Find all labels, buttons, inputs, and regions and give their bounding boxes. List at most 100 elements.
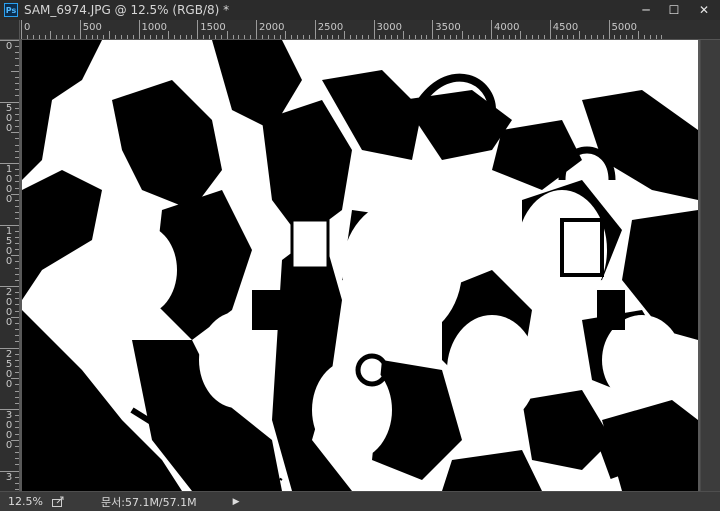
ruler-minor-tick [15,236,19,238]
ruler-minor-tick [473,35,475,39]
ruler-minor-tick [179,35,181,39]
ruler-minor-tick [15,249,19,251]
ruler-minor-tick [15,322,19,324]
vertical-scrollbar[interactable] [700,40,720,491]
ruler-minor-tick [355,35,357,39]
ruler-minor-tick [15,52,19,54]
ruler-minor-tick [15,206,19,208]
ruler-minor-tick [285,31,287,39]
document-image[interactable] [22,40,698,491]
ruler-minor-tick [91,35,93,39]
horizontal-ruler[interactable]: 0 500 1000 1500 2000 2500 3000 3500 4000 4500 5000 [20,20,720,40]
ruler-minor-tick [209,35,210,39]
ruler-minor-tick [15,218,19,220]
ruler-minor-tick [150,35,152,39]
ruler-minor-tick [596,35,598,39]
ruler-minor-tick [15,341,19,343]
ruler-minor-tick [326,35,328,39]
ruler-minor-tick [479,35,481,39]
ruler-major-tick [256,20,257,39]
vertical-ruler-label: 1500 [5,225,13,267]
ruler-minor-tick [15,58,19,60]
ruler-major-tick [491,20,492,39]
ruler-minor-tick [408,35,410,39]
ruler-minor-tick [655,35,657,39]
ruler-minor-tick [15,310,19,312]
ruler-origin-corner[interactable] [0,20,20,40]
horizontal-ruler-label: 1000 [141,22,167,33]
zoom-level[interactable]: 12.5% [8,495,46,508]
ruler-minor-tick [11,255,19,257]
horizontal-ruler-label: 4500 [552,22,579,33]
ruler-minor-tick [461,31,463,39]
ruler-minor-tick [15,433,19,435]
ruler-minor-tick [15,199,19,201]
ruler-minor-tick [602,35,604,39]
ruler-minor-tick [279,35,281,39]
ruler-minor-tick [261,35,263,39]
ruler-minor-tick [15,372,19,374]
ruler-major-tick [21,20,22,39]
ruler-minor-tick [50,31,52,39]
ruler-minor-tick [455,35,457,39]
vertical-ruler-label: 1000 [5,164,13,205]
ruler-minor-tick [11,316,19,318]
vertical-ruler-label: 0 [5,41,13,52]
horizontal-ruler-label: 2000 [259,22,285,33]
ruler-minor-tick [637,31,639,39]
ruler-minor-tick [15,390,19,392]
ruler-minor-tick [109,31,111,39]
maximize-button[interactable]: ☐ [660,0,688,20]
ruler-minor-tick [632,35,633,39]
ruler-minor-tick [15,267,19,269]
ruler-minor-tick [15,150,19,152]
ruler-minor-tick [11,132,19,134]
status-bar: 12.5% 문서:57.1M/57.1M ▶ [0,491,720,511]
minimize-button[interactable]: ─ [632,0,660,20]
ruler-minor-tick [15,402,19,404]
ruler-minor-tick [15,482,19,484]
ruler-minor-tick [15,415,19,417]
ruler-minor-tick [15,83,19,85]
ruler-minor-tick [167,31,169,39]
ruler-minor-tick [573,35,575,39]
ruler-minor-tick [620,35,622,39]
ruler-minor-tick [191,35,193,39]
document-canvas-area[interactable] [20,40,700,491]
ruler-minor-tick [15,181,19,183]
ruler-minor-tick [15,359,19,361]
close-button[interactable]: ✕ [688,0,720,20]
ruler-minor-tick [85,35,87,39]
ruler-minor-tick [555,35,557,39]
ruler-minor-tick [97,35,99,39]
ruler-minor-tick [590,35,592,39]
ruler-minor-tick [15,384,19,386]
ruler-minor-tick [203,35,205,39]
ruler-major-tick [138,20,140,39]
ruler-minor-tick [132,35,134,39]
ruler-minor-tick [15,138,19,140]
photoshop-logo-icon: Ps [4,3,18,17]
document-title-bar[interactable]: Ps SAM_6974.JPG @ 12.5% (RGB/8) * ─ ☐ ✕ [0,0,720,20]
ruler-minor-tick [502,35,504,39]
ruler-minor-tick [214,35,216,39]
ruler-minor-tick [232,35,234,39]
ruler-minor-tick [344,31,346,39]
ruler-minor-tick [526,35,528,39]
ruler-minor-tick [420,35,422,39]
ruler-minor-tick [444,35,445,39]
ruler-minor-tick [15,64,19,66]
vertical-ruler[interactable]: 0 500 1000 1500 2000 2500 3000 3 [0,40,20,491]
ruler-minor-tick [273,35,275,39]
status-menu-arrow-icon[interactable]: ▶ [233,497,240,507]
export-icon[interactable] [52,496,65,507]
ruler-minor-tick [15,365,19,367]
ruler-minor-tick [385,35,387,39]
ruler-minor-tick [15,156,19,158]
ruler-minor-tick [350,35,351,39]
document-tab-title[interactable]: SAM_6974.JPG @ 12.5% (RGB/8) * [24,3,632,17]
vertical-ruler-label: 2500 [5,348,13,390]
ruler-minor-tick [56,35,58,39]
ruler-minor-tick [15,89,19,91]
ruler-minor-tick [26,35,28,39]
